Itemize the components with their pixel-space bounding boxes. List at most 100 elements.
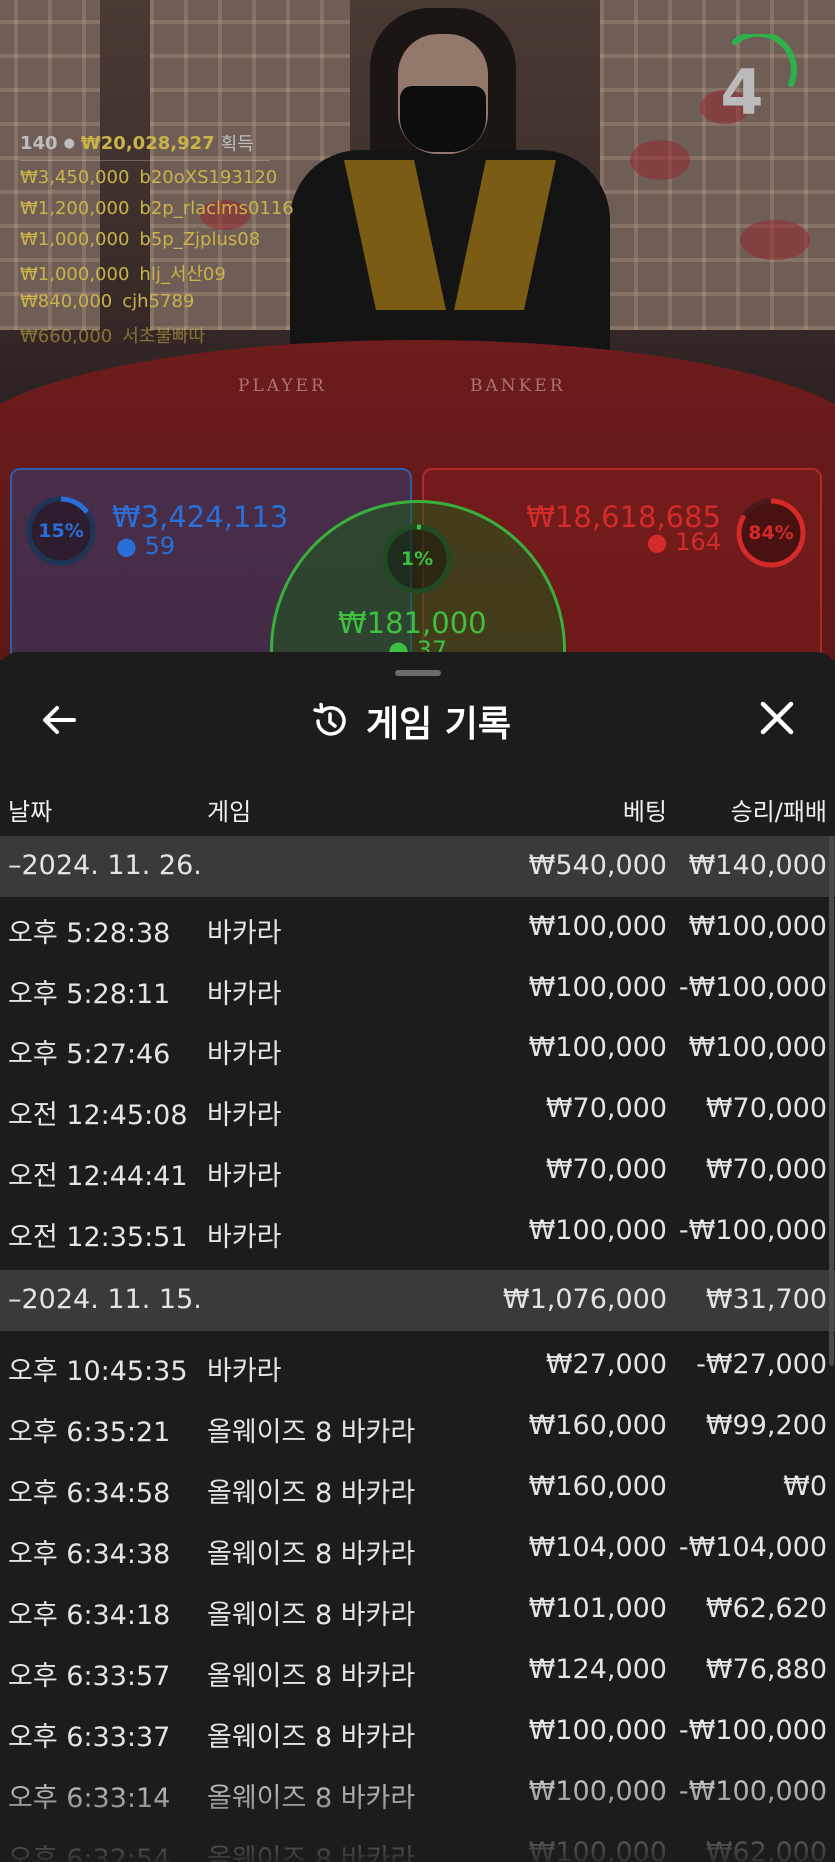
tie-percent: 1% (400, 548, 434, 570)
table-row[interactable]: 오후 6:34:38 올웨이즈 8 바카라 ₩104,000 -₩104,000 (0, 1518, 835, 1579)
row-game: 올웨이즈 8 바카라 (207, 1722, 416, 1753)
row-game: 바카라 (207, 1161, 282, 1192)
table-row[interactable]: 오후 6:32:54 올웨이즈 8 바카라 ₩100,000 ₩62,000 (0, 1823, 835, 1862)
winners-summary: 140 ● ₩20,028,927 획득 (20, 130, 294, 156)
date-group-header[interactable]: –2024. 11. 26. ₩540,000 ₩140,000 (0, 836, 835, 897)
row-time: 오후 6:33:57 (8, 1661, 171, 1692)
banker-bettor-count: ● 164 (646, 528, 721, 556)
winners-label: 획득 (220, 134, 254, 155)
row-result: -₩27,000 (696, 1349, 827, 1380)
row-game: 바카라 (207, 979, 282, 1010)
table-row[interactable]: 오후 6:35:21 올웨이즈 8 바카라 ₩160,000 ₩99,200 (0, 1396, 835, 1457)
row-time: 오후 6:33:37 (8, 1722, 171, 1753)
group-result-total: ₩31,700 (705, 1284, 827, 1315)
date-group-header[interactable]: –2024. 11. 15. ₩1,076,000 ₩31,700 (0, 1270, 835, 1331)
row-game: 올웨이즈 8 바카라 (207, 1600, 416, 1631)
person-icon: ● (116, 532, 137, 560)
winner-entry: ₩3,450,000 b20oXS193120 (20, 167, 278, 188)
game-history-sheet: 게임 기록 날짜 게임 베팅 승리/패배 –2024. 11. 26. ₩540… (0, 652, 835, 1862)
dealer-body (290, 150, 610, 360)
row-game: 올웨이즈 8 바카라 (207, 1844, 416, 1862)
table-row[interactable]: 오후 6:33:37 올웨이즈 8 바카라 ₩100,000 -₩100,000 (0, 1701, 835, 1762)
winners-total: ₩20,028,927 (80, 132, 215, 154)
table-row[interactable]: 오후 5:28:38 바카라 ₩100,000 ₩100,000 (0, 897, 835, 958)
arrow-left-icon[interactable] (36, 697, 82, 743)
table-row[interactable]: 오전 12:35:51 바카라 ₩100,000 -₩100,000 (0, 1201, 835, 1262)
row-result: -₩100,000 (678, 972, 827, 1003)
row-result: ₩100,000 (688, 1032, 827, 1063)
row-time: 오후 6:34:38 (8, 1539, 171, 1570)
table-row[interactable]: 오후 6:33:14 올웨이즈 8 바카라 ₩100,000 -₩100,000 (0, 1762, 835, 1823)
winner-entry: ₩1,000,000 b5p_Zjplus08 (20, 229, 261, 250)
row-game: 올웨이즈 8 바카라 (207, 1478, 416, 1509)
row-bet: ₩100,000 (528, 1715, 667, 1746)
row-bet: ₩101,000 (528, 1593, 667, 1624)
winner-entry: ₩1,200,000 b2p_rlaclms0116 (20, 198, 294, 219)
column-header-date: 날짜 (8, 798, 53, 826)
row-bet: ₩104,000 (528, 1532, 667, 1563)
column-header-game: 게임 (207, 798, 252, 826)
table-row[interactable]: 오후 6:34:18 올웨이즈 8 바카라 ₩101,000 ₩62,620 (0, 1579, 835, 1640)
row-result: -₩100,000 (678, 1776, 827, 1807)
row-time: 오전 12:45:08 (8, 1100, 188, 1131)
row-bet: ₩160,000 (528, 1471, 667, 1502)
close-icon[interactable] (752, 697, 802, 743)
row-result: -₩100,000 (678, 1215, 827, 1246)
group-date: –2024. 11. 15. (8, 1284, 202, 1315)
row-bet: ₩100,000 (528, 1215, 667, 1246)
winner-entry: ₩840,000 cjh5789 (20, 291, 195, 312)
row-game: 바카라 (207, 1356, 282, 1387)
scrollbar[interactable] (829, 836, 834, 1366)
banker-percent: 84% (748, 522, 794, 544)
row-bet: ₩27,000 (545, 1349, 667, 1380)
table-row[interactable]: 오후 6:33:57 올웨이즈 8 바카라 ₩124,000 ₩76,880 (0, 1640, 835, 1701)
sheet-drag-handle[interactable] (395, 670, 441, 676)
row-bet: ₩100,000 (528, 1837, 667, 1862)
row-bet: ₩124,000 (528, 1654, 667, 1685)
row-result: ₩62,000 (705, 1837, 827, 1862)
row-game: 올웨이즈 8 바카라 (207, 1417, 416, 1448)
row-bet: ₩100,000 (528, 972, 667, 1003)
winners-count: 140 (20, 132, 58, 154)
column-header-bet: 베팅 (622, 798, 667, 826)
blossom (740, 220, 810, 260)
row-game: 올웨이즈 8 바카라 (207, 1661, 416, 1692)
row-time: 오후 6:34:18 (8, 1600, 171, 1631)
table-header: 날짜 게임 베팅 승리/패배 (0, 780, 835, 836)
table-label-banker: BANKER (470, 376, 566, 396)
blossom (630, 140, 690, 180)
countdown-number: 4 (720, 56, 764, 129)
row-time: 오후 6:35:21 (8, 1417, 171, 1448)
table-row[interactable]: 오후 5:28:11 바카라 ₩100,000 -₩100,000 (0, 958, 835, 1019)
table-row[interactable]: 오전 12:45:08 바카라 ₩70,000 ₩70,000 (0, 1079, 835, 1140)
row-result: -₩104,000 (678, 1532, 827, 1563)
row-bet: ₩100,000 (528, 911, 667, 942)
winners-list: 140 ● ₩20,028,927 획득 ₩3,450,000 b20oXS193… (20, 130, 294, 353)
row-time: 오후 6:33:14 (8, 1783, 171, 1814)
row-result: ₩70,000 (705, 1093, 827, 1124)
group-bet-total: ₩540,000 (528, 850, 667, 881)
row-result: ₩100,000 (688, 911, 827, 942)
row-time: 오전 12:44:41 (8, 1161, 188, 1192)
tie-bet-amount: ₩181,000 (338, 606, 487, 640)
table-row[interactable]: 오후 6:34:58 올웨이즈 8 바카라 ₩160,000 ₩0 (0, 1457, 835, 1518)
player-bettor-count: ● 59 (116, 532, 176, 560)
group-date: –2024. 11. 26. (8, 850, 202, 881)
row-game: 올웨이즈 8 바카라 (207, 1783, 416, 1814)
row-game: 바카라 (207, 918, 282, 949)
row-bet: ₩100,000 (528, 1776, 667, 1807)
row-game: 바카라 (207, 1222, 282, 1253)
row-time: 오후 6:34:58 (8, 1478, 171, 1509)
history-icon (313, 702, 346, 736)
table-label-player: PLAYER (238, 376, 327, 396)
person-icon: ● (646, 528, 668, 556)
row-result: ₩70,000 (705, 1154, 827, 1185)
table-row[interactable]: 오전 12:44:41 바카라 ₩70,000 ₩70,000 (0, 1140, 835, 1201)
table-row[interactable]: 오후 10:45:35 바카라 ₩27,000 -₩27,000 (0, 1335, 835, 1396)
table-row[interactable]: 오후 5:27:46 바카라 ₩100,000 ₩100,000 (0, 1018, 835, 1079)
row-time: 오전 12:35:51 (8, 1222, 188, 1253)
group-bet-total: ₩1,076,000 (502, 1284, 667, 1315)
person-icon: ● (63, 135, 75, 151)
sheet-header: 게임 기록 (310, 696, 511, 746)
group-result-total: ₩140,000 (688, 850, 827, 881)
